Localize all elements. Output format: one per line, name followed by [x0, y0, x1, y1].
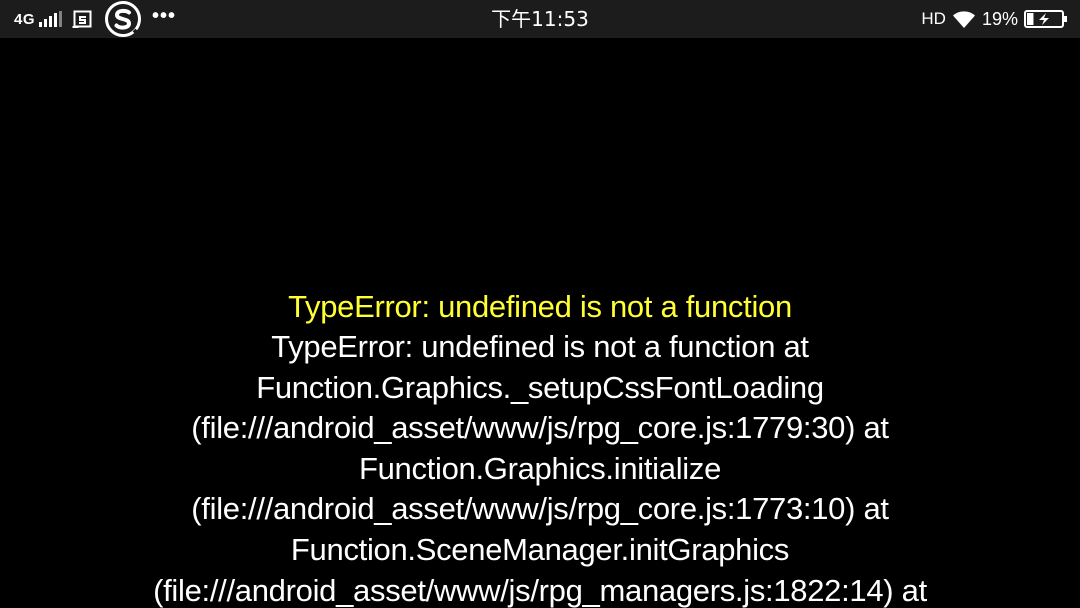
error-stack-line: Function.Graphics.initialize [358, 450, 722, 486]
wifi-icon [952, 11, 975, 28]
error-stack-line: Function.Graphics._setupCssFontLoading [256, 369, 824, 405]
status-bar-right: HD 19% [921, 0, 1068, 38]
error-stack-line: Function.SceneManager.initGraphics [290, 531, 790, 567]
hd-indicator: HD [921, 9, 946, 28]
battery-percent: 19% [981, 8, 1018, 29]
error-stack-line: TypeError: undefined is not a function a… [271, 329, 809, 364]
error-stack-line: (file:///android_asset/www/js/rpg_core.j… [191, 491, 889, 527]
status-bar: 4G ••• 下午11:53 HD 19% [0, 0, 1080, 38]
battery-charging-icon [1024, 10, 1067, 28]
status-time: 下午11:53 [491, 7, 589, 31]
error-title: TypeError: undefined is not a function [288, 289, 792, 324]
error-stack-line: (file:///android_asset/www/js/rpg_manage… [153, 572, 927, 608]
error-stack-line: (file:///android_asset/www/js/rpg_core.j… [191, 410, 889, 446]
error-message: TypeError: undefined is not a function T… [0, 286, 1080, 608]
game-screen: 4G ••• 下午11:53 HD 19% TypeError: undefin… [0, 0, 1080, 608]
